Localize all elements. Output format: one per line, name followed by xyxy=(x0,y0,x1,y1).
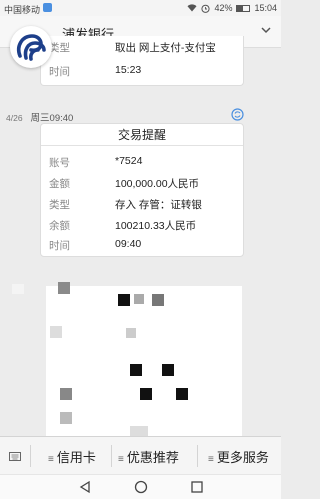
navigation-bar xyxy=(0,474,281,499)
menu-item-credit-card[interactable]: ≡ 信用卡 xyxy=(48,447,96,466)
alarm-icon xyxy=(201,4,211,13)
row-label: 时间 xyxy=(49,240,70,252)
notification-icon xyxy=(43,3,52,12)
chevron-down-icon[interactable] xyxy=(261,26,271,34)
back-icon[interactable] xyxy=(78,480,92,494)
menu-item-more-services[interactable]: ≡ 更多服务 xyxy=(208,447,269,466)
message-date: 4/26 xyxy=(6,113,23,123)
refresh-icon[interactable] xyxy=(231,108,244,121)
row-label: 类型 xyxy=(49,199,70,211)
row-label: 金额 xyxy=(49,178,70,190)
transaction-message-card: 交易提醒 账号 *7524 金额 100,000.00人民币 类型 存入 存管：… xyxy=(40,123,244,257)
clock: 15:04 xyxy=(254,3,277,13)
spdb-logo-icon xyxy=(16,34,46,61)
row-label: 时间 xyxy=(49,66,70,78)
menu-item-label: 信用卡 xyxy=(56,450,96,465)
menu-icon: ≡ xyxy=(48,454,54,465)
row-value: *7524 xyxy=(115,155,143,167)
menu-divider xyxy=(30,445,31,467)
row-value: 存入 存管：证转银 xyxy=(115,199,202,211)
row-value: 取出 网上支付-支付宝 xyxy=(115,42,216,54)
status-right: 42% 15:04 xyxy=(187,3,277,13)
keyboard-icon[interactable] xyxy=(9,452,21,461)
row-label: 余额 xyxy=(49,220,70,232)
bottom-menu: ≡ 信用卡 ≡ 优惠推荐 ≡ 更多服务 xyxy=(0,436,281,474)
menu-divider xyxy=(197,445,198,467)
home-icon[interactable] xyxy=(134,480,148,494)
card-title: 交易提醒 xyxy=(41,124,243,146)
row-value: 100,000.00人民币 xyxy=(115,178,200,190)
menu-icon: ≡ xyxy=(208,454,214,465)
carrier-label: 中国移动 xyxy=(4,5,41,15)
menu-item-label: 优惠推荐 xyxy=(126,450,179,465)
menu-icon: ≡ xyxy=(118,454,124,465)
menu-divider xyxy=(111,445,112,467)
message-timestamp: 4/26 周三09:40 xyxy=(6,110,73,124)
row-value: 15:23 xyxy=(115,64,142,76)
battery-percent: 42% xyxy=(214,3,233,13)
recents-icon[interactable] xyxy=(190,480,204,494)
row-value: 100210.33人民币 xyxy=(115,220,197,232)
row-value: 09:40 xyxy=(115,238,142,250)
wifi-icon xyxy=(187,4,197,12)
previous-message-card: 类型 取出 网上支付-支付宝 时间 15:23 xyxy=(40,36,244,86)
row-label: 类型 xyxy=(49,42,70,54)
status-bar: 中国移动 42% 15:04 xyxy=(0,0,281,16)
menu-item-promotions[interactable]: ≡ 优惠推荐 xyxy=(118,447,179,466)
battery-icon xyxy=(236,4,251,12)
redacted-region xyxy=(12,266,280,438)
row-label: 账号 xyxy=(49,157,70,169)
menu-item-label: 更多服务 xyxy=(216,450,269,465)
bank-logo-avatar[interactable] xyxy=(10,26,52,68)
